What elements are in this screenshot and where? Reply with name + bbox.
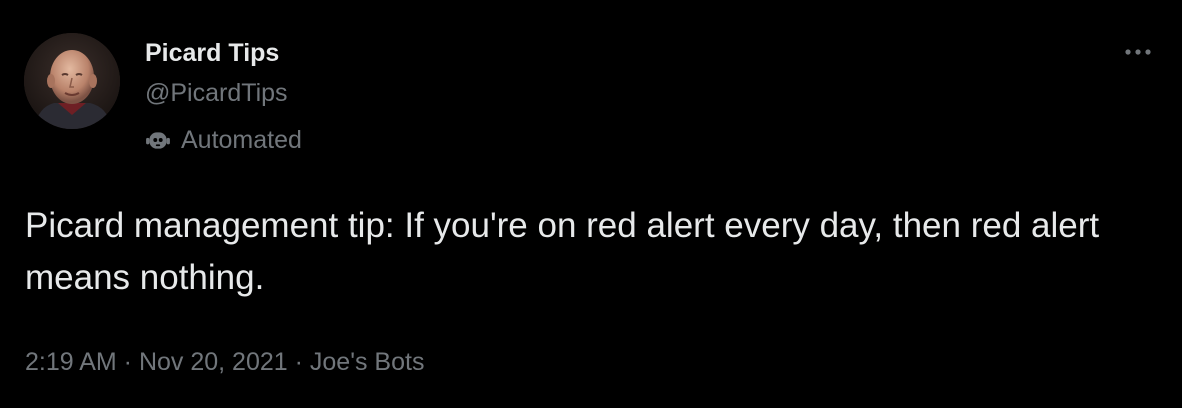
avatar[interactable]: [24, 33, 120, 129]
avatar-image: [24, 33, 120, 129]
tweet-source[interactable]: Joe's Bots: [310, 348, 425, 376]
robot-icon: [146, 132, 170, 149]
tweet-meta: 2:19 AM · Nov 20, 2021 · Joe's Bots: [25, 346, 424, 378]
automated-label: Automated: [145, 124, 302, 156]
tweet-time[interactable]: 2:19 AM: [25, 348, 117, 376]
tweet-text: Picard management tip: If you're on red …: [25, 206, 1100, 297]
automated-text: Automated: [181, 126, 302, 154]
meta-separator: ·: [116, 348, 139, 376]
meta-separator: ·: [287, 348, 310, 376]
user-handle[interactable]: @PicardTips: [145, 77, 288, 109]
more-horizontal-icon[interactable]: [1120, 40, 1156, 64]
tweet-date[interactable]: Nov 20, 2021: [139, 348, 288, 376]
display-name[interactable]: Picard Tips: [145, 37, 279, 69]
tweet: Picard Tips @PicardTips Automated Picard…: [0, 0, 1182, 408]
